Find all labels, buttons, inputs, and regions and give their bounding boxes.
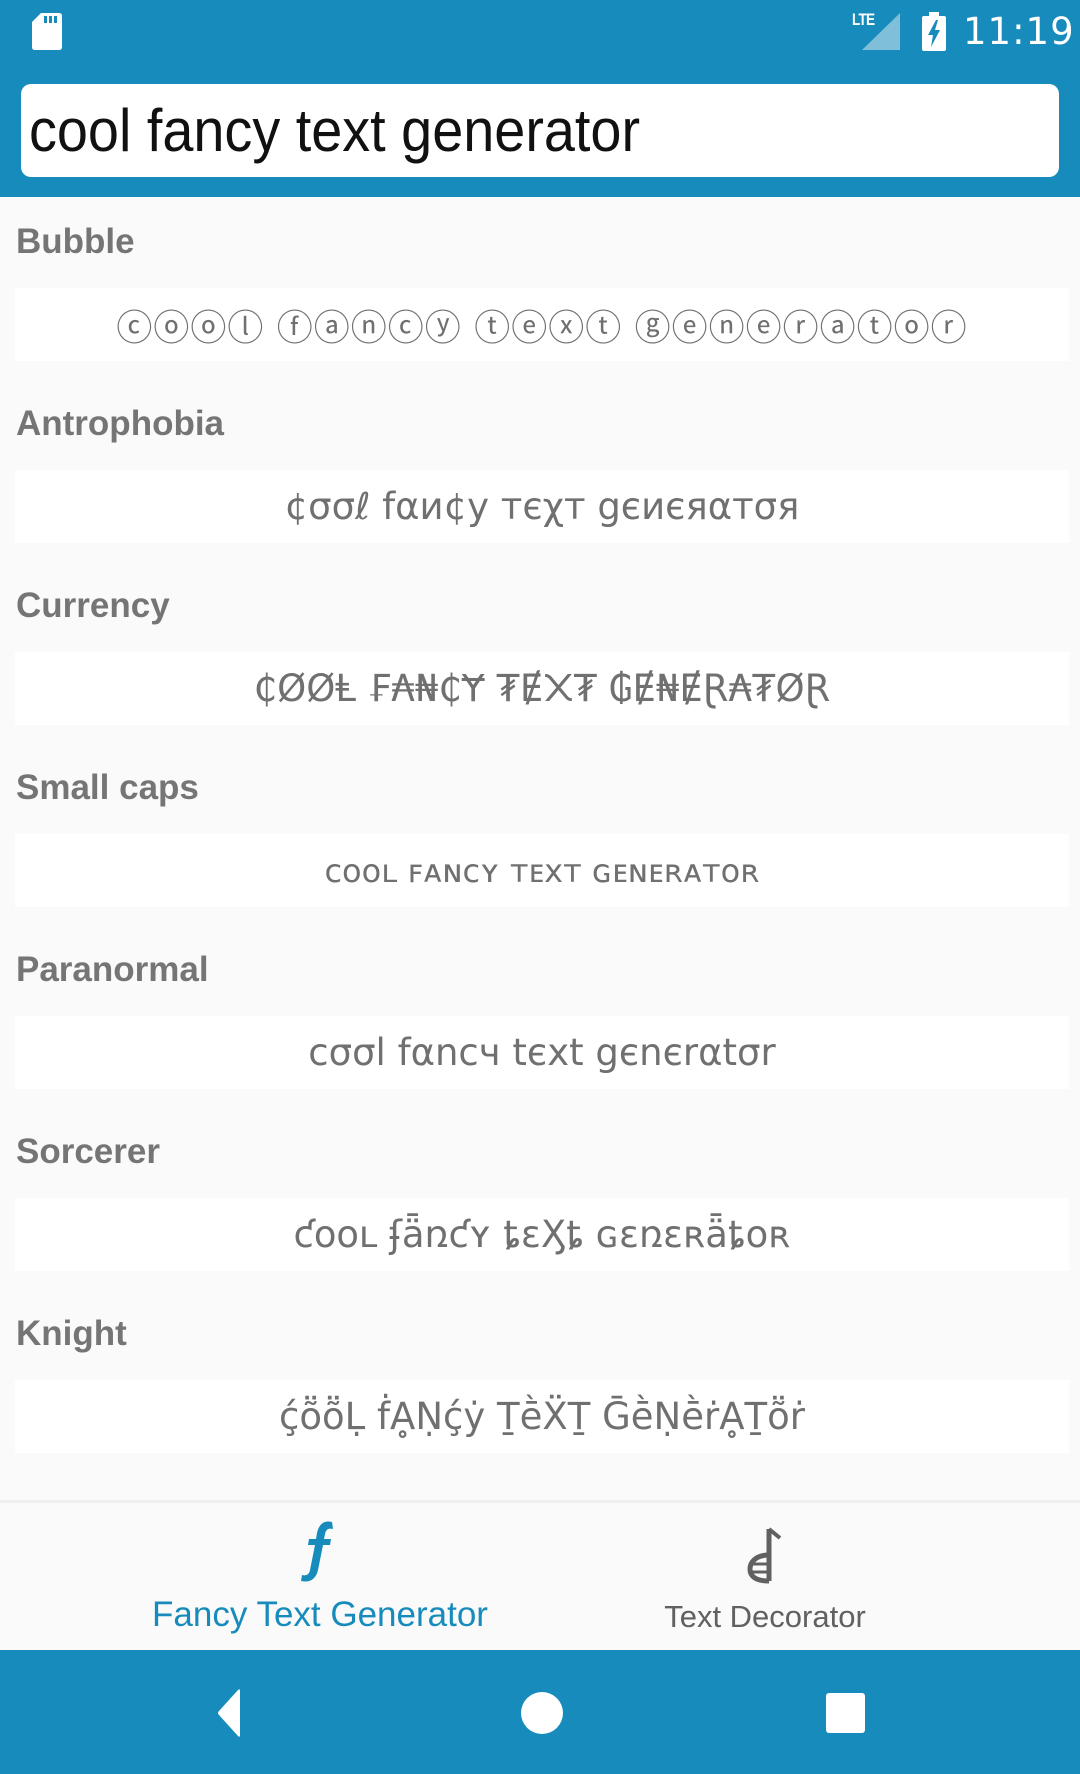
recents-button[interactable] [815,1688,875,1738]
status-bar: LTE 11:19 [0,0,1080,70]
fancy-f-icon [301,1521,333,1582]
app-header [0,70,1080,197]
style-card[interactable]: ᴄᴏᴏʟ ꜰᴀɴᴄʏ ᴛᴇxᴛ ɢᴇɴᴇʀᴀᴛᴏʀ [15,834,1069,907]
style-section-small-caps: Small caps ᴄᴏᴏʟ ꜰᴀɴᴄʏ ᴛᴇxᴛ ɢᴇɴᴇʀᴀᴛᴏʀ [0,743,1080,925]
style-section-currency: Currency ₵ØØⱠ ₣₳₦₵Ɏ ₮Ɇ᙭₮ ₲Ɇ₦ɆⱤ₳₮ØⱤ [0,561,1080,743]
lte-signal-icon [862,13,900,50]
clock: 11:19 [963,10,1075,53]
styled-text: ⓒⓞⓞⓛ ⓕⓐⓝⓒⓨ ⓣⓔⓧⓣ ⓖⓔⓝⓔⓡⓐⓣⓞⓡ [116,307,968,349]
style-label: Small caps [16,768,199,807]
style-section-bubble: Bubble ⓒⓞⓞⓛ ⓕⓐⓝⓒⓨ ⓣⓔⓧⓣ ⓖⓔⓝⓔⓡⓐⓣⓞⓡ [0,197,1080,379]
style-label: Knight [16,1314,127,1353]
style-card[interactable]: ⓒⓞⓞⓛ ⓕⓐⓝⓒⓨ ⓣⓔⓧⓣ ⓖⓔⓝⓔⓡⓐⓣⓞⓡ [15,288,1069,361]
styled-text: ₵ØØⱠ ₣₳₦₵Ɏ ₮Ɇ᙭₮ ₲Ɇ₦ɆⱤ₳₮ØⱤ [253,666,831,710]
battery-charging-icon [922,12,946,51]
style-label: Antrophobia [16,404,225,443]
search-input[interactable] [29,84,978,177]
style-section-knight: Knight ḉṏṏḶ ḟḀṆḉẏ ṮḕẌṮ ḠḕṆḕṙḀṮṏṙ [0,1289,1080,1471]
style-label: Sorcerer [16,1132,160,1171]
tab-label: Fancy Text Generator [152,1595,488,1634]
style-section-paranormal: Paranormal cσσl fαncч tєxt gєnєrαtσr [0,925,1080,1107]
styled-text: ḉṏṏḶ ḟḀṆḉẏ ṮḕẌṮ ḠḕṆḕṙḀṮṏṙ [279,1395,805,1438]
styled-text: ¢σσℓ fαи¢у тєχт gєиєяαтσя [284,485,800,528]
style-label: Currency [16,586,170,625]
home-button[interactable] [512,1688,572,1738]
bottom-navigation: Fancy Text Generator Text Decorator [0,1500,1080,1650]
tab-fancy-text-generator[interactable]: Fancy Text Generator [140,1503,500,1650]
style-card[interactable]: cσσl fαncч tєxt gєnєrαtσr [15,1016,1069,1089]
styled-text: cσσl fαncч tєxt gєnєrαtσr [308,1031,776,1074]
styled-text: ᴄᴏᴏʟ ꜰᴀɴᴄʏ ᴛᴇxᴛ ɢᴇɴᴇʀᴀᴛᴏʀ [324,851,760,890]
sd-card-icon [32,13,62,50]
style-label: Bubble [16,222,135,261]
search-box[interactable] [21,84,1059,177]
text-decorator-icon [747,1527,782,1584]
style-card[interactable]: ¢σσℓ fαи¢у тєχт gєиєяαтσя [15,470,1069,543]
system-navigation-bar [0,1650,1080,1774]
style-list: Bubble ⓒⓞⓞⓛ ⓕⓐⓝⓒⓨ ⓣⓔⓧⓣ ⓖⓔⓝⓔⓡⓐⓣⓞⓡ Antroph… [0,197,1080,1500]
recents-icon [826,1693,865,1733]
style-label: Paranormal [16,950,209,989]
style-card[interactable]: ₵ØØⱠ ₣₳₦₵Ɏ ₮Ɇ᙭₮ ₲Ɇ₦ɆⱤ₳₮ØⱤ [15,652,1069,725]
back-button[interactable] [207,1688,267,1738]
style-card[interactable]: ƈօօʟ ʄǟռƈʏ ȶɛӼȶ ɢɛռɛʀǟȶօʀ [15,1198,1069,1271]
tab-label: Text Decorator [664,1599,866,1634]
styled-text: ƈօօʟ ʄǟռƈʏ ȶɛӼȶ ɢɛռɛʀǟȶօʀ [293,1213,791,1256]
home-icon [521,1692,563,1734]
back-icon [218,1689,240,1737]
style-section-sorcerer: Sorcerer ƈօօʟ ʄǟռƈʏ ȶɛӼȶ ɢɛռɛʀǟȶօʀ [0,1107,1080,1289]
style-card[interactable]: ḉṏṏḶ ḟḀṆḉẏ ṮḕẌṮ ḠḕṆḕṙḀṮṏṙ [15,1380,1069,1453]
style-section-antrophobia: Antrophobia ¢σσℓ fαи¢у тєχт gєиєяαтσя [0,379,1080,561]
tab-text-decorator[interactable]: Text Decorator [600,1503,930,1650]
